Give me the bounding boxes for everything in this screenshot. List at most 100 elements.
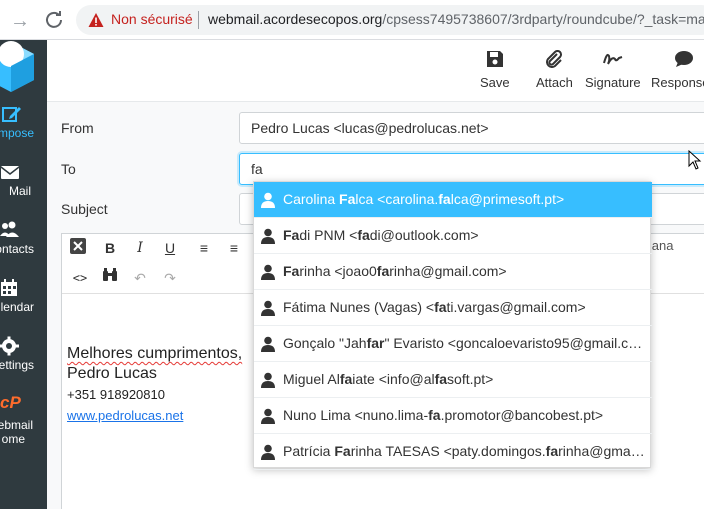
match-highlight: fa (357, 227, 370, 243)
warning-triangle-icon (88, 13, 104, 27)
save-icon (486, 51, 503, 67)
chat-bubble-icon (674, 51, 693, 67)
autocomplete-item-text: Nuno Lima <nuno.lima-fa.promotor@bancobe… (283, 407, 645, 423)
text-segment: Patrícia (283, 443, 335, 459)
sidebar-item-contacts[interactable]: ontacts (0, 218, 47, 270)
settings-icon (0, 336, 19, 356)
responses-button[interactable]: Responses (651, 50, 704, 90)
person-icon (260, 336, 276, 352)
text-segment: ti.vargas@gmail.com> (446, 299, 586, 315)
match-highlight: Fa (339, 191, 356, 207)
autocomplete-item[interactable]: Nuno Lima <nuno.lima-fa.promotor@bancobe… (254, 398, 652, 434)
autocomplete-item-text: Miguel Alfaiate <info@alfasoft.pt> (283, 371, 645, 387)
person-icon (260, 444, 276, 460)
reload-icon[interactable] (44, 10, 66, 32)
match-highlight: fa (438, 191, 451, 207)
text-segment: rinha TAESAS <paty.domingos. (350, 443, 546, 459)
align-left-button[interactable]: ≡ (192, 237, 216, 259)
match-highlight: far (366, 335, 385, 351)
sidebar-item-calendar[interactable]: lendar (0, 276, 47, 328)
source-code-button[interactable]: <> (68, 267, 92, 289)
sidebar-item-settings[interactable]: ettings (0, 334, 47, 386)
text-segment: " Evaristo <goncaloevaristo95@gmail.co..… (384, 335, 645, 351)
text-segment: rinha@gmail.... (558, 443, 645, 459)
text-segment: Carolina (283, 191, 340, 207)
signature-name: Pedro Lucas (67, 365, 157, 382)
url-text: webmail.acordesecopos.org/cpsess74957386… (208, 11, 704, 27)
autocomplete-item-text: Fátima Nunes (Vagas) <fati.vargas@gmail.… (283, 299, 645, 315)
sidebar-item-compose[interactable]: ompose (0, 102, 47, 154)
url-separator (198, 11, 199, 29)
save-button[interactable]: Save (480, 50, 510, 90)
signature-button[interactable]: Signature (585, 50, 641, 90)
mail-icon (0, 166, 20, 179)
sidebar: ompose Mail ontacts lendar ettings cP eb… (0, 40, 47, 509)
browser-address-bar: → Non sécurisé webmail.acordesecopos.org… (0, 0, 704, 40)
text-segment: lca <carolina. (355, 191, 439, 207)
url-host: webmail.acordesecopos.org (208, 11, 383, 27)
text-segment: di@outlook.com> (369, 227, 479, 243)
sidebar-item-mail[interactable]: Mail (0, 160, 47, 212)
autocomplete-item[interactable]: Fátima Nunes (Vagas) <fati.vargas@gmail.… (254, 290, 652, 326)
sidebar-item-label: ompose (0, 126, 34, 140)
bold-button[interactable]: B (98, 237, 122, 259)
match-highlight: fa (428, 407, 441, 423)
autocomplete-item-text: Fadi PNM <fadi@outlook.com> (283, 227, 645, 243)
autocomplete-item[interactable]: Carolina Falca <carolina.falca@primesoft… (254, 182, 652, 218)
paperclip-icon (546, 50, 563, 68)
autocomplete-item-text: Carolina Falca <carolina.falca@primesoft… (283, 191, 645, 207)
sidebar-item-sublabel: ome (1, 432, 25, 446)
match-highlight: Fa (334, 443, 351, 459)
undo-button[interactable]: ↶ (128, 267, 152, 289)
align-center-button[interactable]: ≡ (222, 237, 246, 259)
signature-icon (602, 53, 623, 65)
match-highlight: fa (545, 443, 559, 459)
autocomplete-item[interactable]: Gonçalo "Jahfar" Evaristo <goncaloevaris… (254, 326, 652, 362)
match-highlight: Fa (283, 227, 300, 243)
text-segment: .promotor@bancobest.pt> (440, 407, 604, 423)
autocomplete-item[interactable]: Miguel Alfaiate <info@alfasoft.pt> (254, 362, 652, 398)
sidebar-item-label: lendar (0, 300, 34, 314)
match-highlight: fa (434, 371, 448, 387)
person-icon (260, 192, 276, 208)
attach-label: Attach (536, 75, 573, 90)
autocomplete-item[interactable]: Patrícia Farinha TAESAS <paty.domingos.f… (254, 434, 652, 470)
match-highlight: Fa (283, 263, 300, 279)
text-segment: Gonçalo "Jah (283, 335, 367, 351)
sidebar-item-label: ebmail (0, 418, 33, 432)
autocomplete-item[interactable]: Fadi PNM <fadi@outlook.com> (254, 218, 652, 254)
person-icon (260, 264, 276, 280)
attach-button[interactable]: Attach (536, 50, 573, 90)
text-segment: soft.pt> (447, 371, 494, 387)
person-icon (260, 300, 276, 316)
sidebar-item-webmail-home[interactable]: cP ebmail ome (0, 392, 47, 452)
url-field[interactable]: Non sécurisé webmail.acordesecopos.org/c… (76, 5, 704, 35)
find-replace-button[interactable] (98, 267, 122, 289)
text-segment: iate <info@al (352, 371, 435, 387)
insecure-label: Non sécurisé (111, 11, 193, 27)
signature-label: Signature (585, 75, 641, 90)
calendar-icon (1, 279, 17, 296)
text-segment: lca@primesoft.pt> (450, 191, 565, 207)
text-segment: Miguel Al (283, 371, 340, 387)
from-field[interactable]: Pedro Lucas <lucas@pedrolucas.net> (239, 112, 704, 144)
italic-button[interactable]: I (128, 237, 152, 259)
text-segment: Fátima Nunes (Vagas) < (283, 299, 435, 315)
binoculars-icon (103, 268, 117, 281)
redo-button[interactable]: ↷ (158, 267, 182, 289)
forward-arrow-icon[interactable]: → (10, 10, 32, 32)
autocomplete-item[interactable]: Farinha <joao0farinha@gmail.com> (254, 254, 652, 290)
signature-website-link[interactable]: www.pedrolucas.net (67, 406, 242, 426)
subject-label: Subject (61, 201, 108, 217)
recipient-autocomplete-list: Carolina Falca <carolina.falca@primesoft… (253, 181, 652, 470)
cpanel-logo-icon: cP (0, 393, 21, 412)
sidebar-item-label: Mail (8, 184, 31, 198)
clear-format-button[interactable] (66, 237, 90, 259)
editor-body[interactable]: Melhores cumprimentos, Pedro Lucas +351 … (67, 344, 242, 426)
match-highlight: fa (434, 299, 447, 315)
contacts-icon (0, 221, 19, 237)
text-segment: rinha@gmail.com> (389, 263, 507, 279)
to-label: To (61, 161, 76, 177)
underline-button[interactable]: U (158, 237, 182, 259)
compose-toolbar: Save Attach Signature Responses (47, 40, 704, 102)
